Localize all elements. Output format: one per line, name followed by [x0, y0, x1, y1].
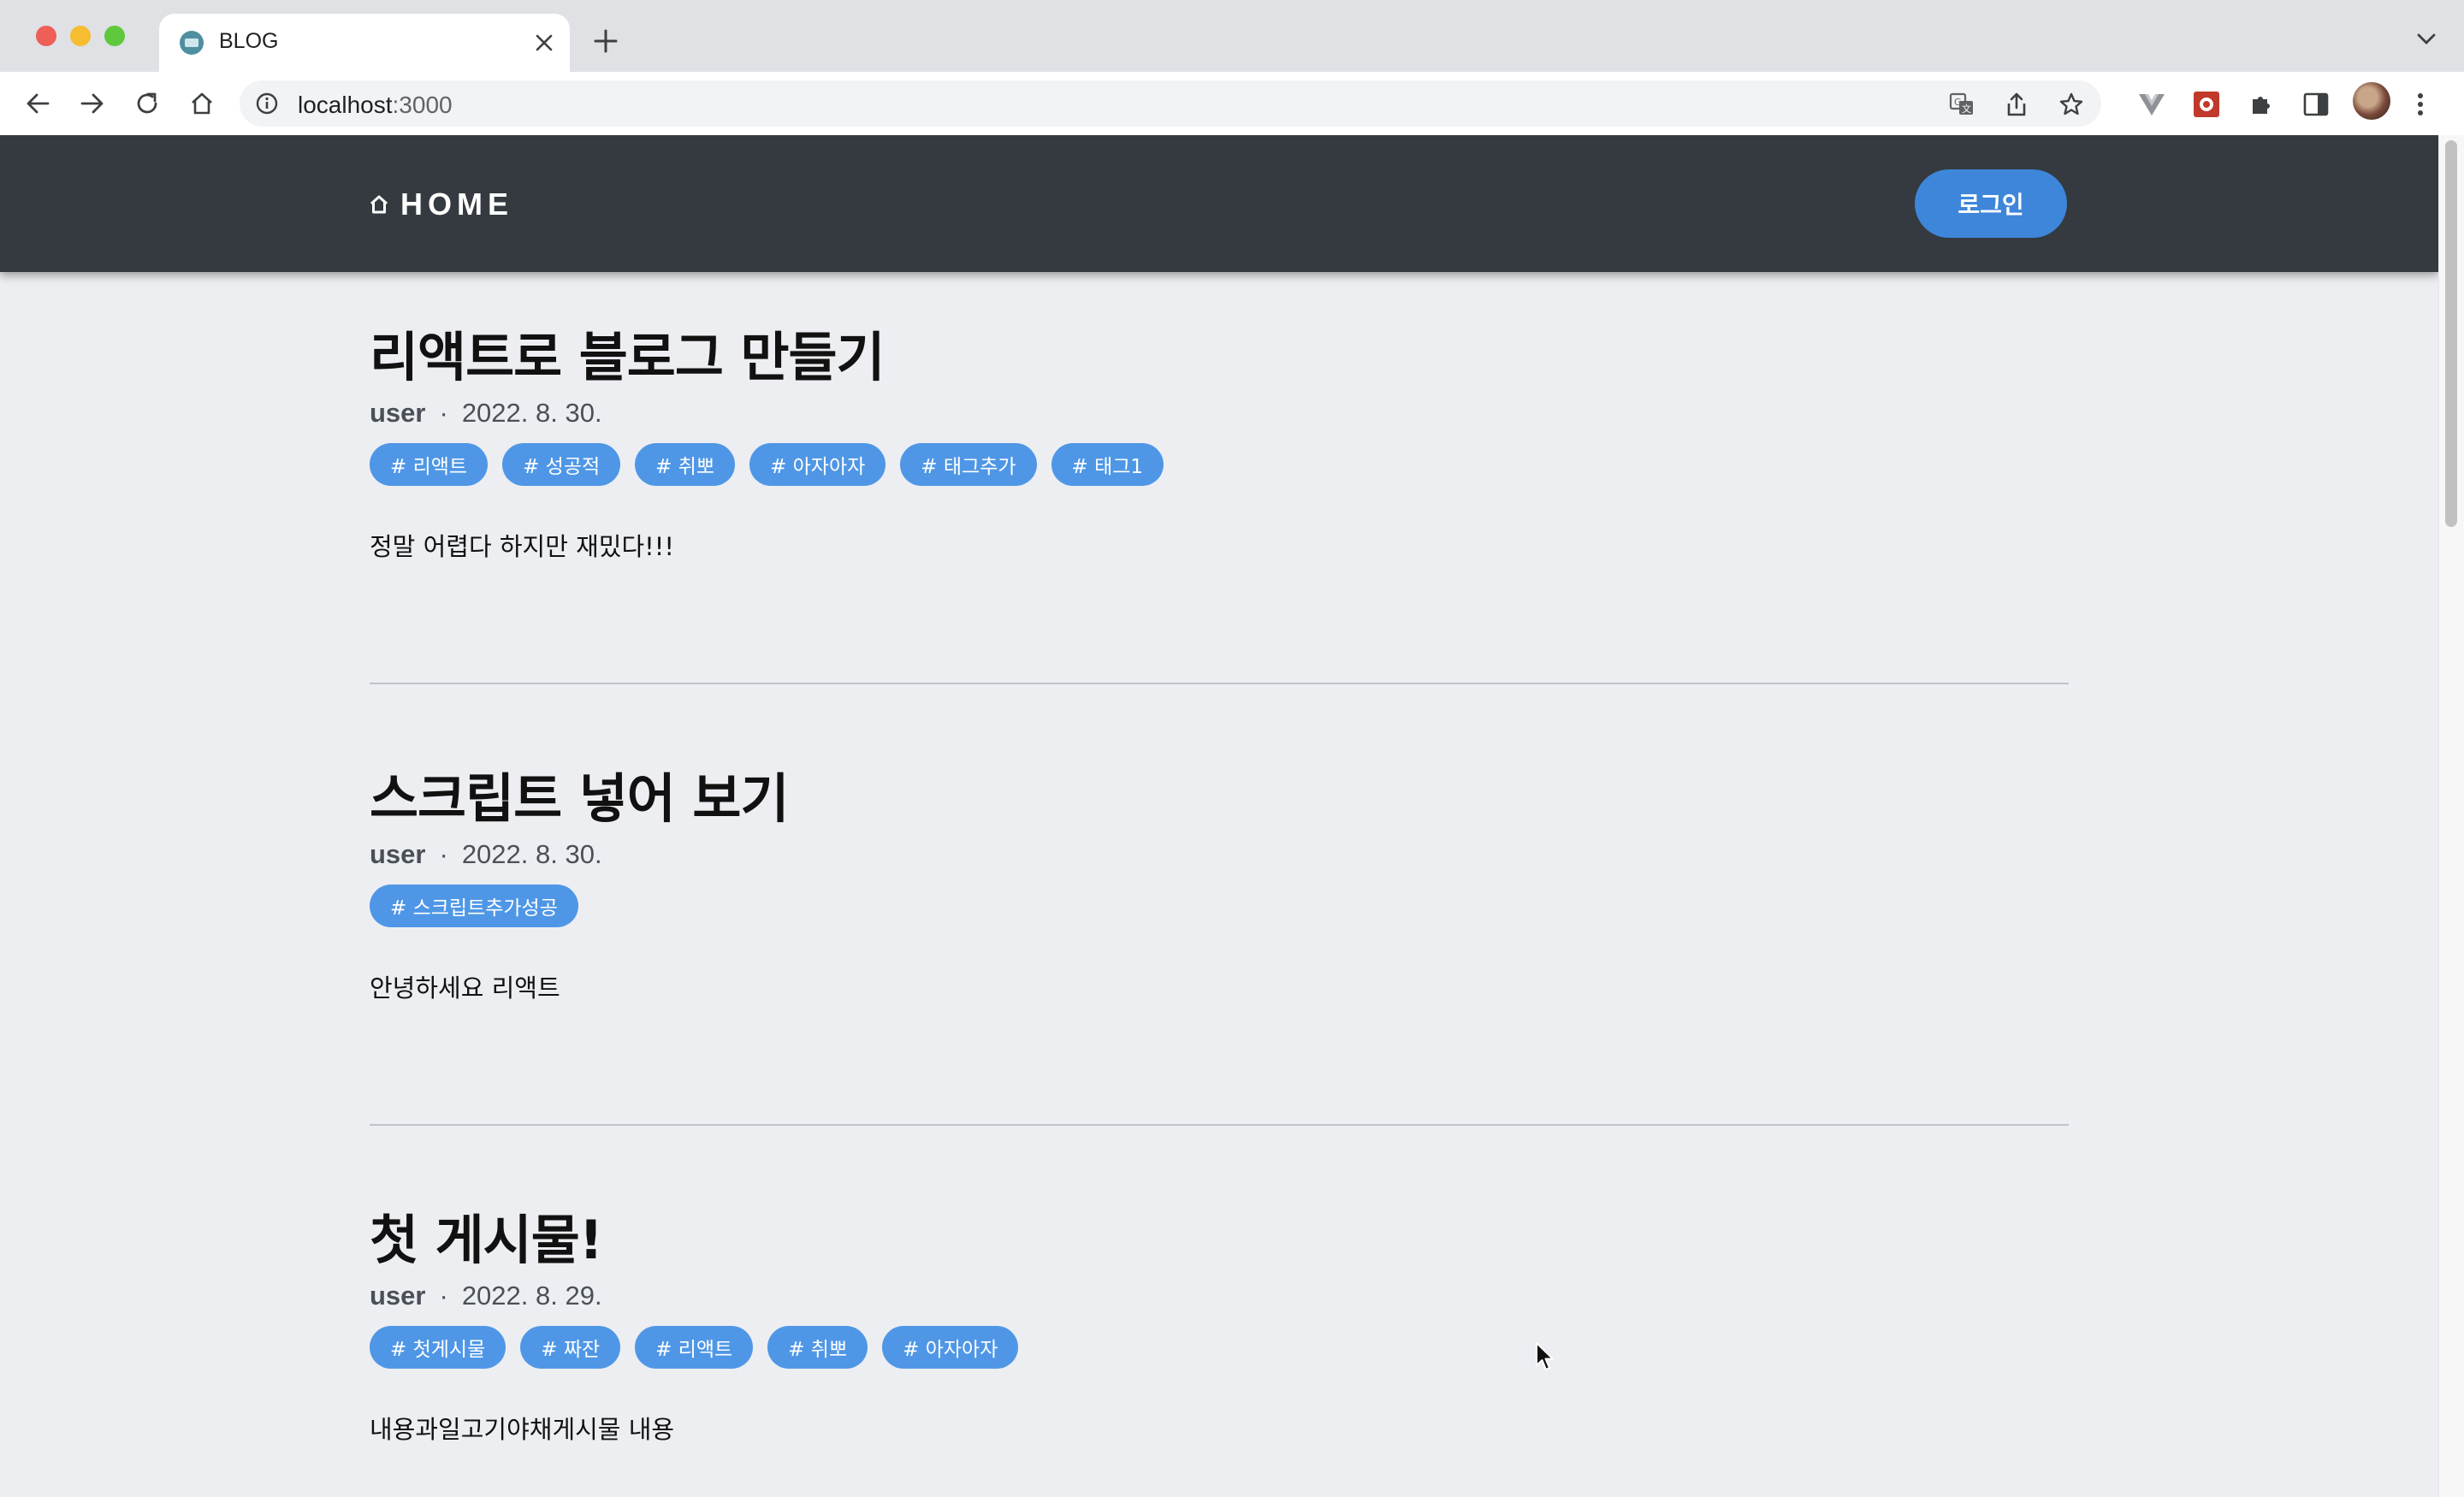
- meta-separator: ·: [439, 839, 448, 869]
- forward-arrow-icon[interactable]: [74, 85, 111, 122]
- post-excerpt: 내용과일고기야채게시물 내용: [370, 1415, 675, 1444]
- post-meta: user · 2022. 8. 29.: [370, 1278, 2069, 1314]
- site-header: HOME 로그인: [0, 135, 2438, 272]
- meta-separator: ·: [439, 1281, 448, 1311]
- vue-devtools-extension-icon[interactable]: [2137, 90, 2166, 119]
- back-arrow-icon[interactable]: [19, 85, 56, 122]
- tag-link[interactable]: # 취뽀: [635, 443, 736, 486]
- scrollbar-thumb[interactable]: [2445, 140, 2457, 527]
- browser-menu-kebab-icon[interactable]: [2406, 90, 2435, 119]
- post-item: 리액트로 블로그 만들기 user · 2022. 8. 30. # 리액트 #…: [370, 325, 2069, 563]
- minimize-window-button[interactable]: [70, 26, 91, 46]
- post-title-link[interactable]: 스크립트 넣어 보기: [370, 766, 2069, 831]
- post-tags: # 스크립트추가성공: [370, 885, 2069, 927]
- post-item: 스크립트 넣어 보기 user · 2022. 8. 30. # 스크립트추가성…: [370, 766, 2069, 1004]
- meta-separator: ·: [439, 398, 448, 428]
- tag-link[interactable]: # 태그1: [1051, 443, 1164, 486]
- tag-link[interactable]: # 스크립트추가성공: [370, 885, 578, 927]
- post-author[interactable]: user: [370, 1281, 425, 1311]
- tag-link[interactable]: # 짜잔: [520, 1326, 621, 1369]
- mouse-cursor-icon: [1536, 1342, 1554, 1370]
- post-divider: [370, 1124, 2069, 1126]
- extensions-puzzle-icon[interactable]: [2247, 90, 2276, 119]
- browser-toolbar: localhost:3000 G文: [0, 72, 2464, 136]
- post-title-link[interactable]: 첫 게시물!: [370, 1208, 2069, 1273]
- post-meta: user · 2022. 8. 30.: [370, 837, 2069, 873]
- new-tab-plus-icon[interactable]: [587, 22, 625, 60]
- share-icon[interactable]: [2004, 92, 2029, 117]
- post-excerpt: 정말 어렵다 하지만 재밌다!!!: [370, 532, 675, 561]
- post-title-link[interactable]: 리액트로 블로그 만들기: [370, 325, 2069, 390]
- post-date: 2022. 8. 30.: [461, 839, 602, 869]
- home-icon[interactable]: [183, 85, 221, 122]
- logo-label: HOME: [400, 186, 513, 222]
- tag-link[interactable]: # 아자아자: [749, 443, 886, 486]
- profile-avatar[interactable]: [2353, 82, 2390, 120]
- tag-link[interactable]: # 첫게시물: [370, 1326, 506, 1369]
- tab-favicon-icon: [180, 31, 204, 55]
- bookmark-star-icon[interactable]: [2058, 92, 2084, 117]
- post-excerpt: 안녕하세요 리액트: [370, 973, 560, 1003]
- side-panel-icon[interactable]: [2301, 90, 2331, 119]
- reload-icon[interactable]: [128, 85, 166, 122]
- post-tags: # 리액트 # 성공적 # 취뽀 # 아자아자 # 태그추가 # 태그1: [370, 443, 2069, 486]
- post-tags: # 첫게시물 # 짜잔 # 리액트 # 취뽀 # 아자아자: [370, 1326, 2069, 1369]
- tab-search-chevron-down-icon[interactable]: [2409, 22, 2443, 56]
- tab-title: BLOG: [219, 29, 279, 53]
- post-author[interactable]: user: [370, 398, 425, 429]
- site-info-icon[interactable]: [255, 92, 279, 115]
- page-viewport: HOME 로그인 리액트로 블로그 만들기 user · 2022. 8. 30…: [0, 135, 2438, 1497]
- tag-link[interactable]: # 성공적: [502, 443, 621, 486]
- post-divider: [370, 683, 2069, 684]
- browser-tab[interactable]: BLOG: [159, 14, 570, 72]
- tag-link[interactable]: # 아자아자: [882, 1326, 1019, 1369]
- maximize-window-button[interactable]: [104, 26, 125, 46]
- home-logo-link[interactable]: HOME: [370, 186, 513, 222]
- post-author[interactable]: user: [370, 839, 425, 870]
- tag-link[interactable]: # 리액트: [635, 1326, 754, 1369]
- svg-text:文: 文: [1962, 103, 1971, 115]
- address-bar[interactable]: localhost:3000 G文: [240, 80, 2101, 127]
- post-meta: user · 2022. 8. 30.: [370, 395, 2069, 431]
- translate-icon[interactable]: G文: [1949, 92, 1975, 117]
- close-window-button[interactable]: [36, 26, 56, 46]
- tag-link[interactable]: # 태그추가: [900, 443, 1037, 486]
- tag-link[interactable]: # 리액트: [370, 443, 489, 486]
- post-date: 2022. 8. 30.: [461, 398, 602, 428]
- url-text[interactable]: localhost:3000: [298, 92, 453, 119]
- tab-close-icon[interactable]: [529, 27, 560, 58]
- browser-titlebar: BLOG: [0, 0, 2464, 72]
- home-icon: [370, 195, 388, 214]
- login-button[interactable]: 로그인: [1915, 169, 2067, 238]
- react-devtools-extension-icon[interactable]: [2192, 90, 2221, 119]
- post-item: 첫 게시물! user · 2022. 8. 29. # 첫게시물 # 짜잔 #…: [370, 1208, 2069, 1446]
- tag-link[interactable]: # 취뽀: [767, 1326, 868, 1369]
- post-date: 2022. 8. 29.: [461, 1281, 602, 1311]
